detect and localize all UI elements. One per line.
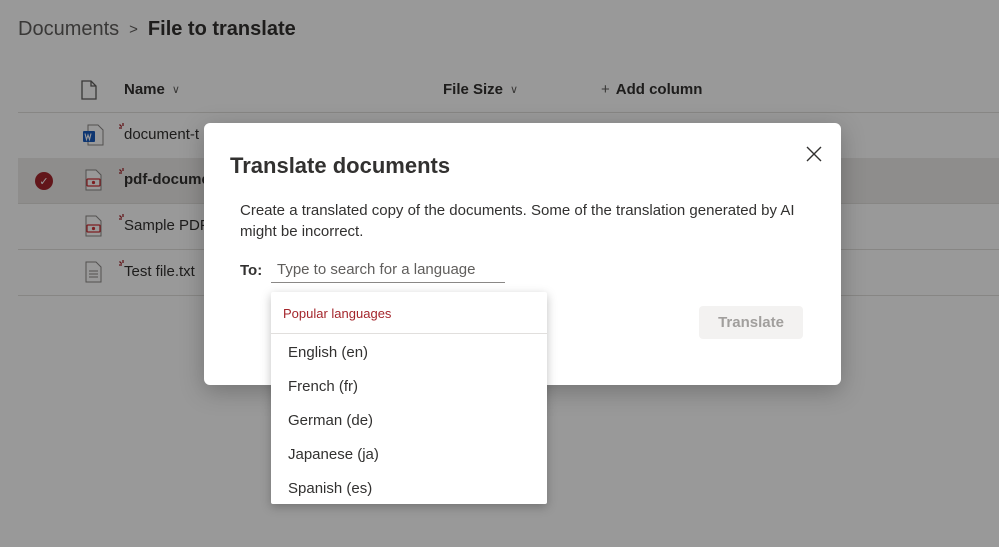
- language-option-german[interactable]: German (de): [271, 404, 547, 438]
- translate-button[interactable]: Translate: [699, 306, 803, 339]
- language-option-label: English (en): [288, 344, 369, 361]
- close-icon: [806, 146, 822, 162]
- close-button[interactable]: [802, 142, 826, 166]
- language-option-french[interactable]: French (fr): [271, 370, 547, 404]
- dialog-title: Translate documents: [230, 153, 451, 178]
- language-option-japanese[interactable]: Japanese (ja): [271, 438, 547, 472]
- dialog-description: Create a translated copy of the document…: [240, 202, 795, 240]
- language-option-label: Japanese (ja): [288, 446, 379, 463]
- language-option-english[interactable]: English (en): [271, 336, 547, 370]
- language-option-label: German (de): [288, 412, 374, 429]
- language-option-label: French (fr): [288, 378, 359, 395]
- language-option-label: Spanish (es): [288, 480, 373, 497]
- language-search-input[interactable]: [271, 256, 505, 283]
- dropdown-header: Popular languages: [283, 306, 392, 321]
- language-dropdown: Popular languages English (en) French (f…: [271, 292, 547, 504]
- dropdown-divider: [271, 333, 547, 334]
- language-option-spanish[interactable]: Spanish (es): [271, 472, 547, 506]
- to-label: To:: [240, 262, 263, 279]
